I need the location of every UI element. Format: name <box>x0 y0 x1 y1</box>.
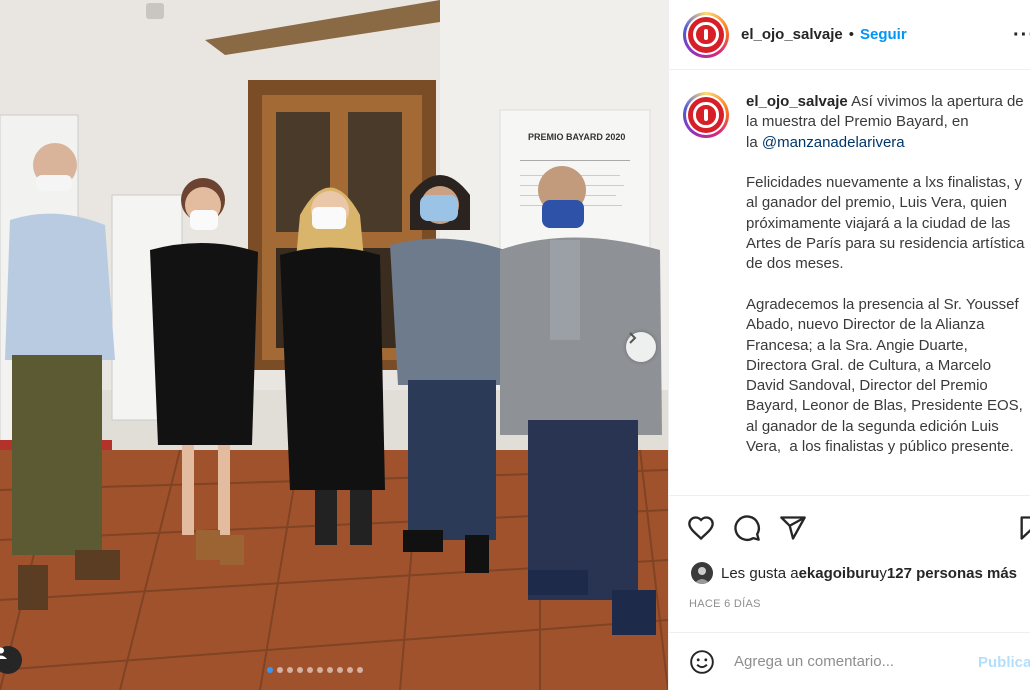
carousel-dot <box>267 667 273 673</box>
comment-bubble-icon[interactable] <box>733 514 761 542</box>
separator: • <box>848 26 854 43</box>
action-bar <box>669 495 1030 555</box>
comment-input[interactable]: Agrega un comentario... <box>734 653 894 670</box>
caption-mention[interactable]: @manzanadelarivera <box>762 134 905 151</box>
carousel-dot <box>277 667 283 673</box>
caption-text: el_ojo_salvaje Así vivimos la apertura d… <box>746 92 1030 457</box>
avatar[interactable] <box>683 11 729 58</box>
liker-username[interactable]: ekagoiburu <box>799 565 880 582</box>
heart-icon[interactable] <box>687 514 715 542</box>
likes-middle: y <box>879 564 887 582</box>
likes-count[interactable]: 127 personas más <box>887 565 1017 582</box>
likes-summary: Les gusta a ekagoiburu y 127 personas má… <box>691 562 1017 584</box>
carousel-dot <box>347 667 353 673</box>
caption: el_ojo_salvaje Así vivimos la apertura d… <box>683 92 1030 457</box>
ojo-logo-icon <box>688 97 724 133</box>
caption-username[interactable]: el_ojo_salvaje <box>746 93 848 110</box>
ojo-logo-icon <box>688 16 724 53</box>
carousel-dot <box>337 667 343 673</box>
comment-bar: Agrega un comentario... Publicar <box>669 632 1030 690</box>
smiley-icon[interactable] <box>689 649 715 675</box>
user-tag-icon <box>0 647 7 659</box>
next-photo-button[interactable] <box>626 332 656 362</box>
caption-avatar[interactable] <box>683 92 729 138</box>
publish-button[interactable]: Publicar <box>978 654 1030 671</box>
more-options-icon[interactable]: ··· <box>1013 24 1030 47</box>
liker-avatar[interactable] <box>691 562 713 584</box>
paper-plane-icon[interactable] <box>779 514 807 542</box>
post-timestamp[interactable]: HACE 6 DÍAS <box>689 598 761 610</box>
username-link[interactable]: el_ojo_salvaje <box>741 26 843 43</box>
carousel-dots <box>267 667 363 673</box>
caption-part-2: Felicidades nuevamente a lxs finalistas,… <box>746 174 1025 456</box>
carousel-dot <box>327 667 333 673</box>
carousel-dot <box>307 667 313 673</box>
follow-button[interactable]: Seguir <box>860 26 907 43</box>
chevron-right-icon <box>629 332 637 344</box>
post-panel: el_ojo_salvaje • Seguir ··· el_ojo_salva… <box>668 0 1030 690</box>
carousel-dot <box>297 667 303 673</box>
carousel-dot <box>287 667 293 673</box>
post-photo[interactable]: PREMIO BAYARD 2020 <box>0 0 668 690</box>
carousel-dot <box>317 667 323 673</box>
post-header: el_ojo_salvaje • Seguir ··· <box>669 0 1030 70</box>
banner-title: PREMIO BAYARD 2020 <box>528 132 625 142</box>
likes-prefix: Les gusta a <box>721 564 799 582</box>
photo-scene: PREMIO BAYARD 2020 <box>0 0 668 690</box>
bookmark-icon[interactable] <box>1017 514 1030 542</box>
carousel-dot <box>357 667 363 673</box>
